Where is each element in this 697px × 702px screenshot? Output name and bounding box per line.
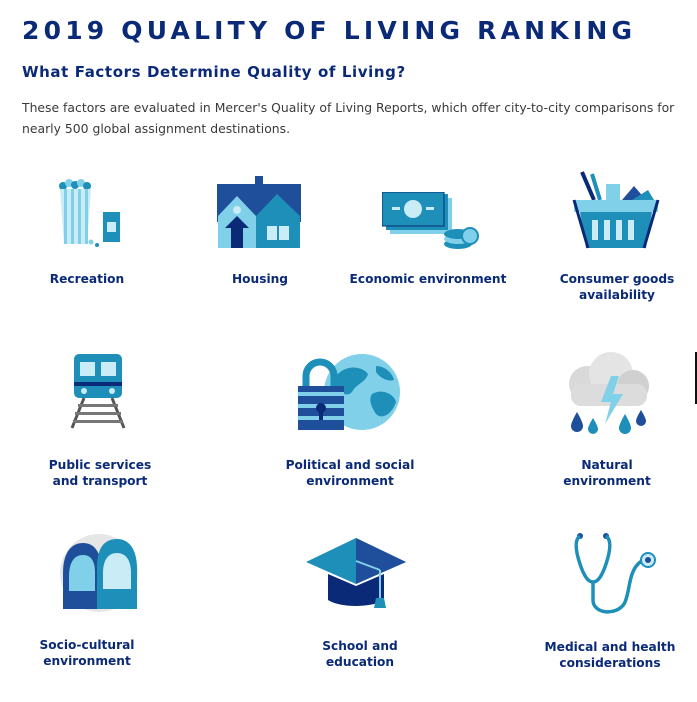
stethoscope-icon (574, 533, 656, 614)
factor-label: Medical and health considerations (544, 640, 676, 670)
popcorn-and-drink-icon (59, 179, 120, 247)
factor-label: Natural environment (563, 458, 651, 488)
factor-label: School and education (322, 639, 398, 669)
factor-label: Recreation (49, 272, 125, 286)
two-faces-icon (60, 534, 138, 612)
house-icon (217, 176, 301, 248)
factor-label: Socio-cultural environment (39, 638, 135, 668)
intro-text: These factors are evaluated in Mercer's … (22, 100, 675, 136)
factor-label: Public services and transport (48, 458, 152, 488)
factor-label: Consumer goods availability (559, 272, 675, 302)
factor-label: Political and social environment (285, 458, 415, 488)
money-and-coins-icon (382, 192, 479, 249)
factor-label: Housing (231, 272, 289, 286)
storm-cloud-icon (569, 352, 649, 434)
train-icon (70, 354, 126, 429)
factor-label: Economic environment (349, 272, 507, 286)
padlock-globe-icon (298, 354, 400, 430)
graduation-cap-icon (306, 538, 406, 608)
page-subtitle: What Factors Determine Quality of Living… (22, 63, 406, 81)
page-title: 2019 QUALITY OF LIVING RANKING (22, 16, 637, 45)
shopping-basket-icon (572, 171, 660, 249)
